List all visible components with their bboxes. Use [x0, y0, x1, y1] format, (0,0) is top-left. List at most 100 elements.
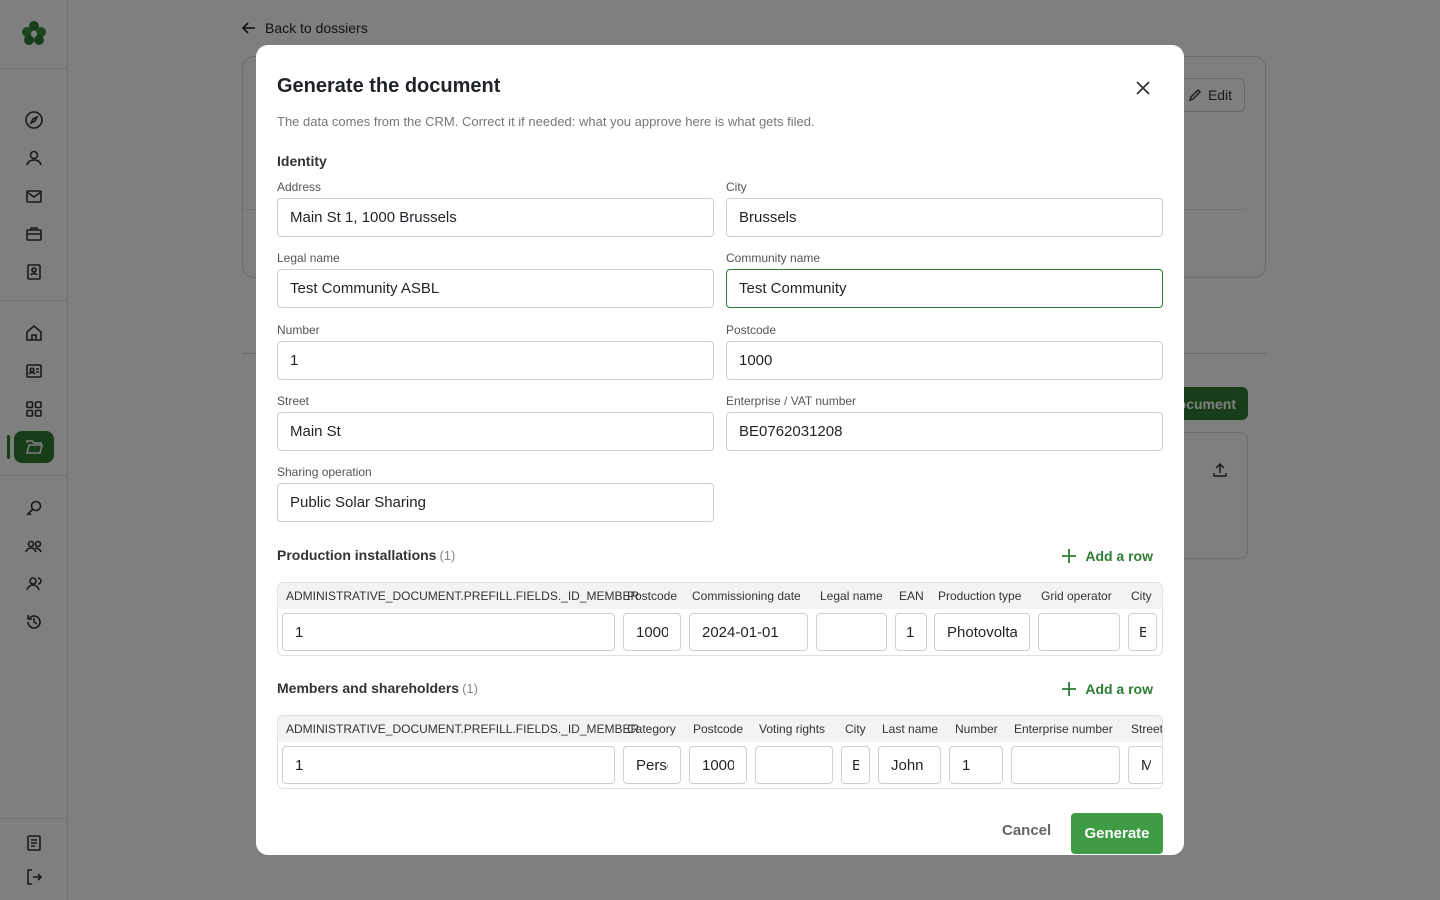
production-city-input[interactable] [1129, 614, 1156, 650]
members-col-enterprise-number: Enterprise number [1014, 722, 1113, 736]
city-field: City [726, 180, 1163, 237]
production-col-postcode: Postcode [627, 589, 678, 603]
members-cell-enterprise-number [1011, 746, 1120, 784]
sharing-operation-input[interactable] [277, 483, 714, 522]
street-label: Street [277, 394, 310, 408]
members-enterprise-number-input[interactable] [1012, 747, 1119, 783]
enterprise-vat-field: Enterprise / VAT number [726, 394, 1163, 451]
postcode-label: Postcode [726, 323, 777, 337]
production-cell-grid-operator [1038, 613, 1120, 651]
legal-name-field: Legal name [277, 251, 714, 308]
community-name-field: Community name [726, 251, 1163, 308]
production-legal-name-input[interactable] [817, 614, 886, 650]
enterprise-vat-label: Enterprise / VAT number [726, 394, 857, 408]
production-col-city: City [1131, 589, 1152, 603]
production-add-row-label: Add a row [1085, 548, 1153, 564]
members-cell-voting-rights [755, 746, 833, 784]
production-col-production-type: Production type [938, 589, 1022, 603]
street-input[interactable] [277, 412, 714, 451]
members-title: Members and shareholders [277, 680, 460, 696]
members-last-name-input[interactable] [879, 747, 940, 783]
postcode-field: Postcode [726, 323, 1163, 380]
dialog-footer: Cancel Generate [256, 795, 1184, 855]
production-commissioning-date-input[interactable] [690, 614, 807, 650]
members-cell-last-name [878, 746, 941, 784]
legal-name-label: Legal name [277, 251, 340, 265]
production-cell-commissioning-date [689, 613, 808, 651]
enterprise-vat-input[interactable] [726, 412, 1163, 451]
plus-icon [1062, 682, 1077, 696]
street-field: Street [277, 394, 714, 451]
dialog-title: Generate the document [277, 75, 501, 97]
members-col-street: Street [1131, 722, 1163, 736]
production-id-member-input[interactable] [283, 614, 614, 650]
dialog-body[interactable]: The data comes from the CRM. Correct it … [256, 117, 1184, 795]
production-cell-postcode [623, 613, 681, 651]
sharing-operation-label: Sharing operation [277, 465, 372, 479]
members-col-last-name: Last name [882, 722, 939, 736]
members-table: ADMINISTRATIVE_DOCUMENT.PREFILL.FIELDS._… [277, 715, 1163, 789]
cancel-button[interactable]: Cancel [1002, 822, 1051, 839]
members-cell-category [623, 746, 681, 784]
members-add-row-button[interactable]: Add a row [1061, 681, 1153, 697]
production-col-id-member: ADMINISTRATIVE_DOCUMENT.PREFILL.FIELDS._… [286, 589, 640, 603]
address-input[interactable] [277, 198, 714, 237]
members-category-input[interactable] [624, 747, 680, 783]
members-voting-rights-input[interactable] [756, 747, 832, 783]
city-input[interactable] [726, 198, 1163, 237]
members-col-category: Category [627, 722, 676, 736]
members-header: Members and shareholders (1) Add a row [277, 677, 1163, 701]
number-label: Number [277, 323, 320, 337]
members-cell-number [949, 746, 1003, 784]
members-col-voting-rights: Voting rights [759, 722, 826, 736]
close-button[interactable] [1129, 74, 1157, 102]
production-header: Production installations (1) Add a row [277, 544, 1163, 568]
production-ean-input[interactable] [896, 614, 926, 650]
members-number-input[interactable] [950, 747, 1002, 783]
plus-icon [1062, 549, 1077, 563]
production-grid-operator-input[interactable] [1039, 614, 1119, 650]
members-add-row-label: Add a row [1085, 681, 1153, 697]
community-name-label: Community name [726, 251, 821, 265]
production-cell-production-type [934, 613, 1030, 651]
members-col-number: Number [955, 722, 998, 736]
production-title-wrap: Production installations (1) [277, 547, 455, 565]
members-title-wrap: Members and shareholders (1) [277, 680, 478, 698]
address-label: Address [277, 180, 322, 194]
members-street-input[interactable] [1129, 747, 1162, 783]
production-postcode-input[interactable] [624, 614, 680, 650]
members-city-input[interactable] [842, 747, 869, 783]
production-table: ADMINISTRATIVE_DOCUMENT.PREFILL.FIELDS._… [277, 582, 1163, 656]
legal-name-input[interactable] [277, 269, 714, 308]
production-col-legal-name: Legal name [820, 589, 883, 603]
members-cell-city [841, 746, 870, 784]
close-icon [1136, 81, 1150, 95]
address-field: Address [277, 180, 714, 237]
production-title: Production installations [277, 547, 437, 563]
community-name-input[interactable] [726, 269, 1163, 308]
production-cell-ean [895, 613, 927, 651]
production-col-grid-operator: Grid operator [1041, 589, 1112, 603]
city-label: City [726, 180, 747, 194]
number-field: Number [277, 323, 714, 380]
production-col-commissioning-date: Commissioning date [692, 589, 801, 603]
members-id-member-input[interactable] [283, 747, 614, 783]
production-type-input[interactable] [935, 614, 1029, 650]
generate-button[interactable]: Generate [1071, 813, 1163, 854]
production-cell-legal-name [816, 613, 887, 651]
production-cell-city [1128, 613, 1157, 651]
production-add-row-button[interactable]: Add a row [1061, 548, 1153, 564]
members-cell-postcode [689, 746, 747, 784]
members-cell-street [1128, 746, 1162, 784]
postcode-input[interactable] [726, 341, 1163, 380]
members-cell-id-member [282, 746, 615, 784]
members-col-city: City [845, 722, 866, 736]
members-postcode-input[interactable] [690, 747, 746, 783]
production-cell-id-member [282, 613, 615, 651]
intro-text: The data comes from the CRM. Correct it … [277, 117, 815, 129]
production-count: (1) [439, 548, 456, 563]
production-col-ean: EAN [899, 589, 924, 603]
number-input[interactable] [277, 341, 714, 380]
members-col-id-member: ADMINISTRATIVE_DOCUMENT.PREFILL.FIELDS._… [286, 722, 640, 736]
generate-document-dialog: Generate the document The data comes fro… [256, 45, 1184, 855]
